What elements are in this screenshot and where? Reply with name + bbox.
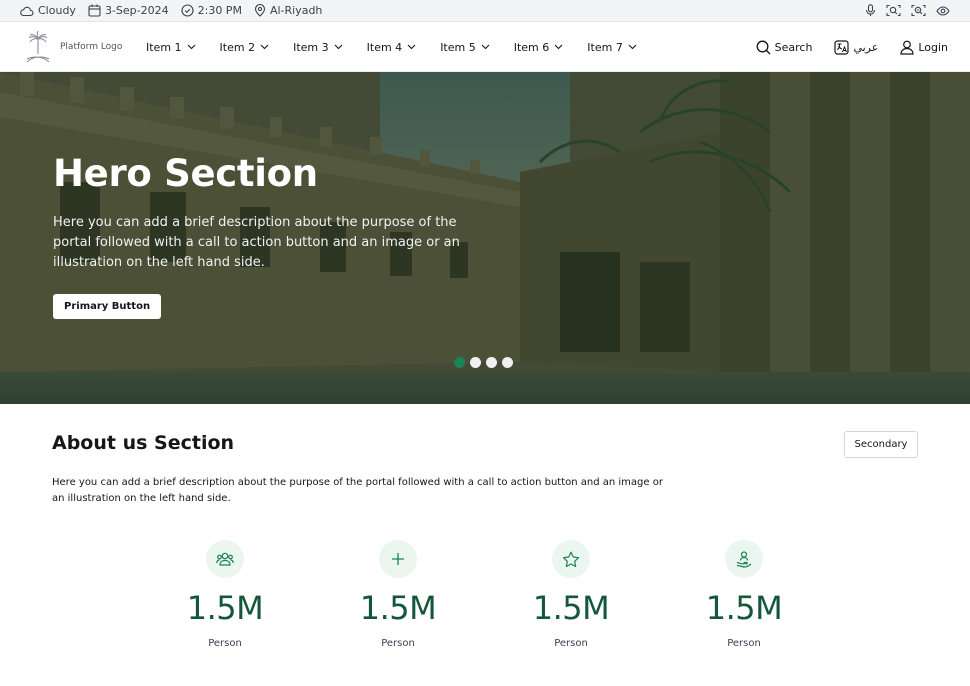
hand-user-icon <box>725 540 763 578</box>
search-icon <box>756 40 771 54</box>
carousel-dot-2[interactable] <box>470 357 481 368</box>
zoom-in-icon[interactable] <box>886 4 901 17</box>
stat-label: Person <box>381 638 415 649</box>
chevron-down-icon <box>481 44 490 50</box>
carousel-dot-4[interactable] <box>502 357 513 368</box>
hero-section: Hero Section Here you can add a brief de… <box>0 72 970 404</box>
chevron-down-icon <box>554 44 563 50</box>
nav-item-5[interactable]: Item 5 <box>440 41 490 54</box>
stat-value: 1.5M <box>186 589 264 627</box>
chevron-down-icon <box>334 44 343 50</box>
nav-item-2[interactable]: Item 2 <box>220 41 270 54</box>
hero-content: Hero Section Here you can add a brief de… <box>53 152 493 319</box>
weather-status: Cloudy <box>20 4 76 17</box>
stat-item: 1.5M Person <box>501 540 641 649</box>
chevron-down-icon <box>407 44 416 50</box>
carousel-indicators <box>454 357 518 368</box>
carousel-dot-3[interactable] <box>486 357 497 368</box>
microphone-icon[interactable] <box>865 4 876 17</box>
stat-item: 1.5M Person <box>155 540 295 649</box>
nav-item-label: Item 4 <box>366 40 403 54</box>
stat-label: Person <box>554 638 588 649</box>
eye-icon[interactable] <box>936 5 950 16</box>
carousel-dot-1[interactable] <box>454 357 465 368</box>
plus-icon <box>379 540 417 578</box>
login-button[interactable]: Login <box>900 40 948 55</box>
palm-emblem-icon <box>26 30 50 63</box>
nav-item-1[interactable]: Item 1 <box>146 41 196 54</box>
search-label: Search <box>774 40 813 54</box>
stat-item: 1.5M Person <box>674 540 814 649</box>
nav-item-6[interactable]: Item 6 <box>514 41 564 54</box>
calendar-icon <box>88 4 101 17</box>
stat-label: Person <box>208 638 242 649</box>
star-icon <box>552 540 590 578</box>
secondary-button[interactable]: Secondary <box>844 431 918 458</box>
stat-label: Person <box>727 638 761 649</box>
time-status: 2:30 PM <box>181 4 242 17</box>
location-text: Al-Riyadh <box>269 4 323 17</box>
utility-bar: Cloudy 3-Sep-2024 2:30 PM Al-Riyadh <box>0 0 970 22</box>
clock-icon <box>181 4 194 17</box>
user-icon <box>900 40 914 55</box>
nav-actions: Search عربي Login <box>734 39 948 55</box>
nav-item-label: Item 6 <box>513 40 550 54</box>
hero-title: Hero Section <box>53 152 318 195</box>
chevron-down-icon <box>628 44 637 50</box>
nav-item-label: Item 7 <box>587 40 623 54</box>
stat-value: 1.5M <box>532 589 610 627</box>
date-status: 3-Sep-2024 <box>88 4 169 17</box>
login-label: Login <box>918 40 948 54</box>
zoom-out-icon[interactable] <box>911 4 926 17</box>
location-status: Al-Riyadh <box>254 4 322 17</box>
nav-item-3[interactable]: Item 3 <box>293 41 343 54</box>
search-button[interactable]: Search <box>756 40 813 55</box>
nav-item-label: Item 2 <box>219 40 256 54</box>
language-label: عربي <box>853 40 879 54</box>
translate-icon <box>834 39 850 55</box>
about-description: Here you can add a brief description abo… <box>52 477 663 504</box>
location-pin-icon <box>254 4 265 17</box>
nav-menu: Item 1 Item 2 Item 3 Item 4 Item 5 Item … <box>146 41 661 54</box>
stat-item: 1.5M Person <box>328 540 468 649</box>
nav-item-label: Item 5 <box>440 40 476 54</box>
nav-item-label: Item 1 <box>146 40 182 54</box>
nav-item-label: Item 3 <box>293 40 329 54</box>
language-button[interactable]: عربي <box>834 39 879 55</box>
date-text: 3-Sep-2024 <box>104 4 169 17</box>
time-text: 2:30 PM <box>197 4 242 17</box>
users-icon <box>206 540 244 578</box>
hero-description: Here you can add a brief description abo… <box>53 214 460 270</box>
stat-value: 1.5M <box>705 589 783 627</box>
weather-text: Cloudy <box>38 4 76 17</box>
about-section: About us Section Secondary Here you can … <box>0 404 970 686</box>
stat-value: 1.5M <box>359 589 437 627</box>
nav-item-7[interactable]: Item 7 <box>587 41 637 54</box>
main-navigation: Platform Logo Item 1 Item 2 Item 3 Item … <box>0 23 970 72</box>
primary-button[interactable]: Primary Button <box>53 293 162 319</box>
cloud-icon <box>20 6 34 16</box>
logo-text: Platform Logo <box>60 42 123 52</box>
chevron-down-icon <box>260 44 269 50</box>
chevron-down-icon <box>187 44 195 50</box>
about-title: About us Section <box>52 432 235 454</box>
platform-logo[interactable]: Platform Logo <box>22 30 146 64</box>
nav-item-4[interactable]: Item 4 <box>367 41 417 54</box>
